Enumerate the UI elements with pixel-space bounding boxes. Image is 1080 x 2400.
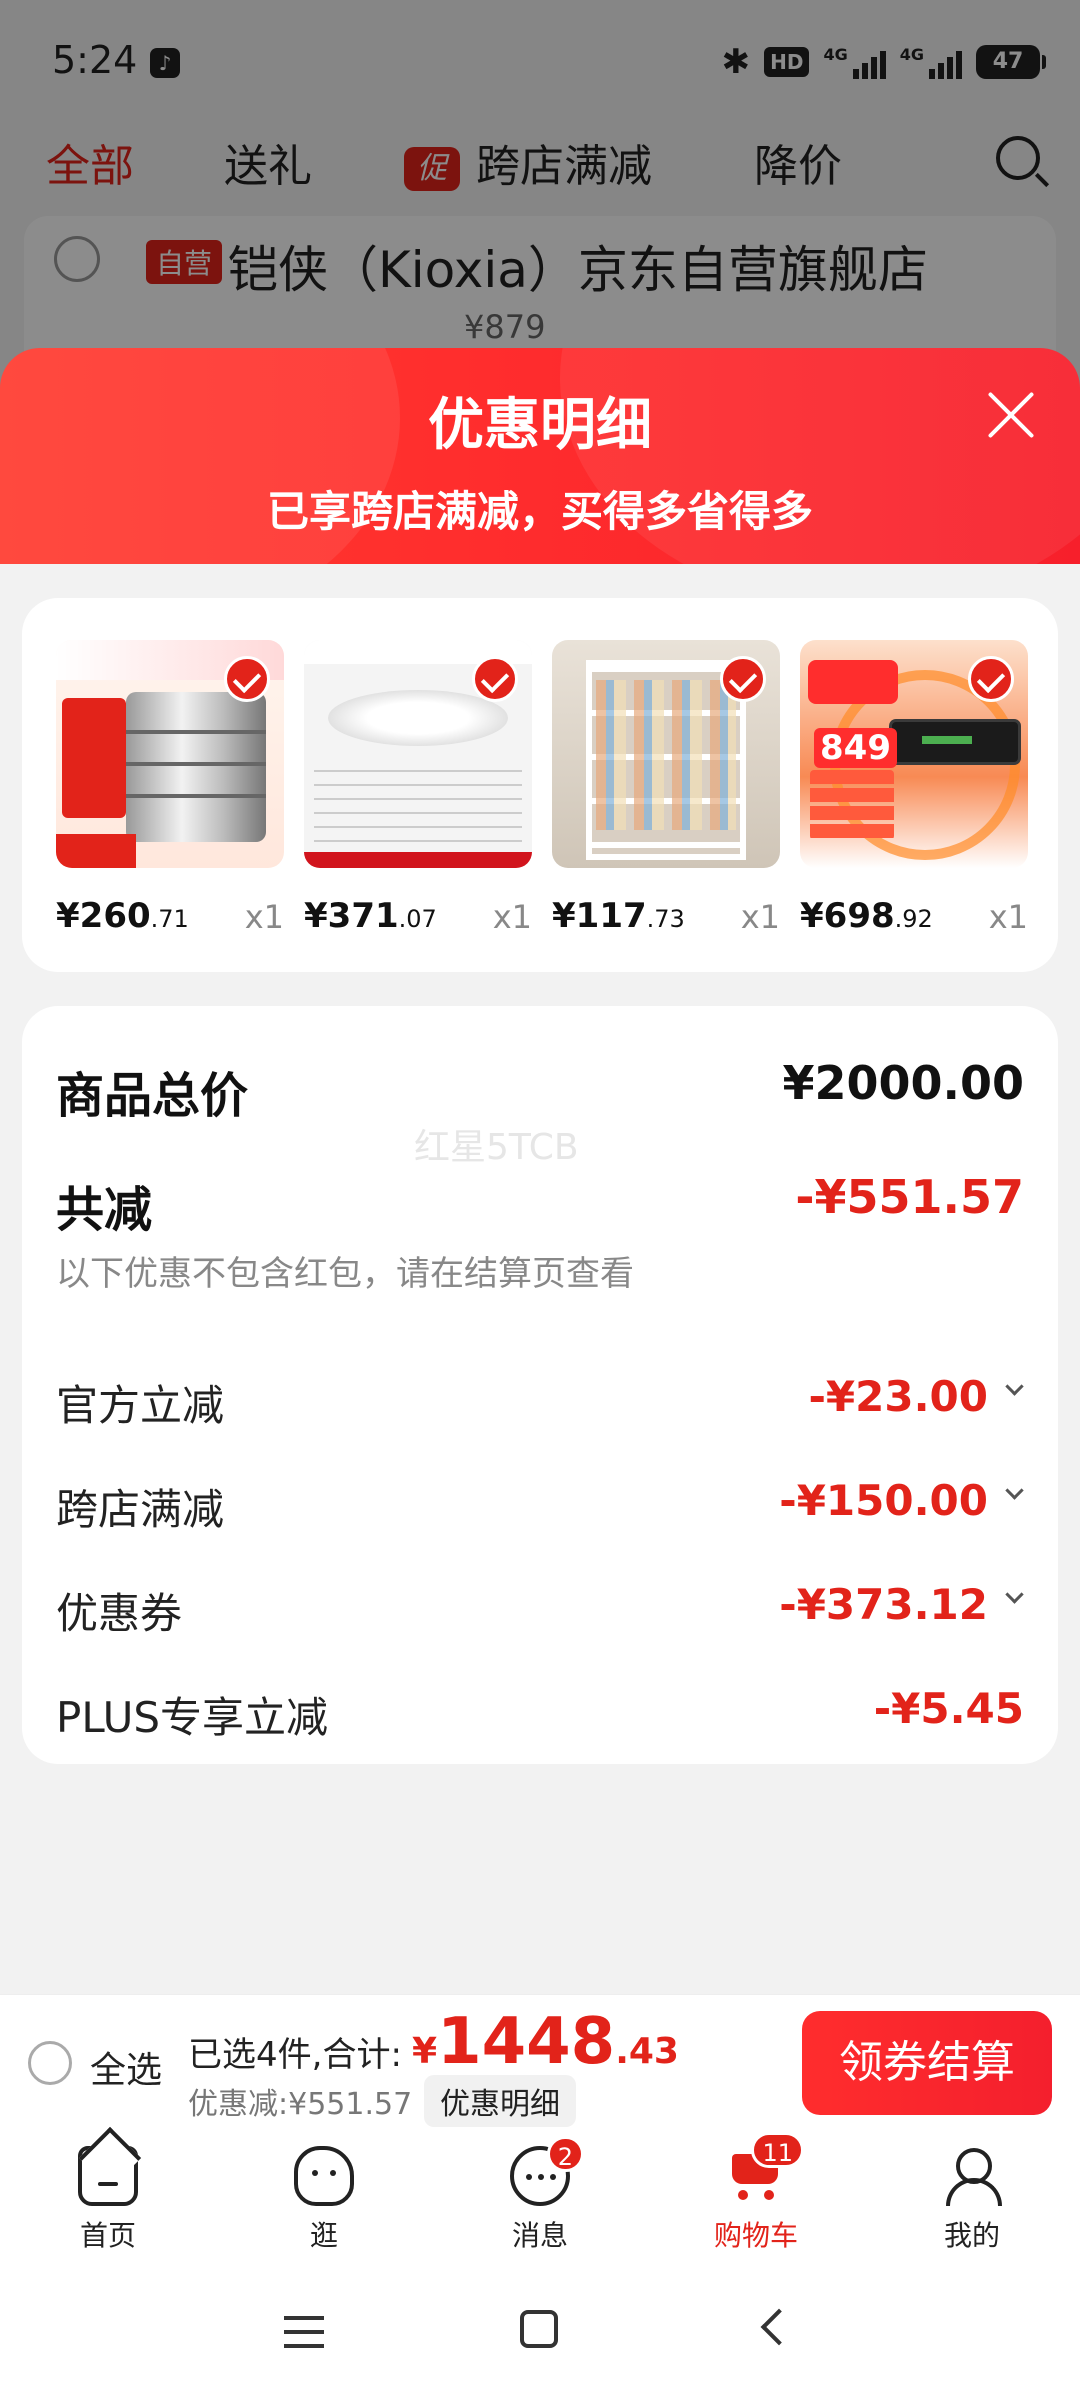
price-summary-card: 红星5TCB 商品总价 ¥2000.00 共减 -¥551.57 以下优惠不包含… bbox=[22, 1006, 1058, 1764]
product-quantity: x1 bbox=[988, 898, 1028, 936]
product-price: ¥117.73 bbox=[552, 896, 685, 936]
discount-value: -¥150.00 bbox=[779, 1476, 988, 1525]
bottom-tab-bar: 首页 逛 2 消息 11 购物车 我的 bbox=[0, 2130, 1080, 2270]
modal-overlay[interactable] bbox=[0, 0, 1080, 400]
discount-row-plus: PLUS专享立减 -¥5.45 bbox=[56, 1680, 1024, 1742]
product-item[interactable]: ¥260.71 x1 bbox=[56, 640, 284, 936]
home-icon bbox=[78, 2146, 138, 2206]
total-price-row: 商品总价 ¥2000.00 bbox=[56, 1056, 1024, 1126]
product-image-ceiling-light bbox=[304, 640, 532, 868]
tab-messages[interactable]: 2 消息 bbox=[470, 2136, 610, 2266]
check-icon bbox=[968, 656, 1014, 702]
product-quantity: x1 bbox=[244, 898, 284, 936]
message-icon: 2 bbox=[510, 2136, 584, 2206]
tab-home-label: 首页 bbox=[79, 2219, 136, 2252]
discount-value: -¥23.00 bbox=[808, 1372, 988, 1421]
check-icon bbox=[472, 656, 518, 702]
product-item[interactable]: 849 ¥698.92 x1 bbox=[800, 640, 1028, 936]
discount-label: 优惠券 bbox=[56, 1589, 183, 1638]
discount-note: 以下优惠不包含红包，请在结算页查看 bbox=[56, 1254, 634, 1294]
system-navigation-bar bbox=[0, 2270, 1080, 2400]
discount-value: -¥373.12 bbox=[779, 1580, 988, 1629]
tab-browse-label: 逛 bbox=[309, 2219, 338, 2252]
total-discount-value: -¥551.57 bbox=[795, 1170, 1024, 1224]
total-discount-label: 共减 bbox=[56, 1182, 153, 1238]
product-item[interactable]: ¥371.07 x1 bbox=[304, 640, 532, 936]
checkout-bar: 全选 已选4件,合计: ¥1448.43 优惠减:¥551.57 优惠明细 领券… bbox=[0, 1994, 1080, 2130]
total-price-label: 商品总价 bbox=[56, 1068, 249, 1124]
select-all-label[interactable]: 全选 bbox=[90, 2041, 162, 2093]
sheet-title: 优惠明细 bbox=[428, 393, 652, 458]
selected-summary: 已选4件,合计: bbox=[188, 2035, 402, 2075]
select-all-radio[interactable] bbox=[28, 2041, 72, 2085]
tab-cart[interactable]: 11 购物车 bbox=[686, 2132, 826, 2266]
total-price-value: ¥2000.00 bbox=[782, 1056, 1024, 1110]
check-icon bbox=[224, 656, 270, 702]
sheet-subtitle: 已享跨店满减，买得多省得多 bbox=[266, 487, 813, 536]
product-price: ¥698.92 bbox=[800, 896, 933, 936]
discount-label: PLUS专享立减 bbox=[56, 1693, 329, 1742]
profile-icon bbox=[942, 2146, 1002, 2206]
tab-cart-label: 购物车 bbox=[713, 2219, 798, 2252]
product-image-steamer bbox=[56, 640, 284, 868]
discount-sheet-body: ¥260.71 x1 ¥371.07 x1 ¥117.73 x1 849 ¥69… bbox=[0, 564, 1080, 1994]
tab-me-label: 我的 bbox=[943, 2219, 1000, 2252]
product-quantity: x1 bbox=[492, 898, 532, 936]
discount-detail-button[interactable]: 优惠明细 bbox=[424, 2075, 576, 2127]
discount-sheet-header: 优惠明细 已享跨店满减，买得多省得多 bbox=[0, 348, 1080, 568]
product-image-number: 849 bbox=[814, 728, 897, 768]
chevron-down-icon bbox=[1006, 1382, 1024, 1400]
messages-badge: 2 bbox=[546, 2136, 584, 2172]
discount-label: 跨店满减 bbox=[56, 1485, 225, 1534]
checkout-button[interactable]: 领券结算 bbox=[802, 2011, 1052, 2115]
tab-browse[interactable]: 逛 bbox=[254, 2146, 394, 2266]
close-icon[interactable] bbox=[984, 388, 1038, 442]
discount-row-cross-store[interactable]: 跨店满减 -¥150.00 bbox=[56, 1472, 1024, 1534]
chevron-down-icon bbox=[1006, 1590, 1024, 1608]
product-image-bookshelf bbox=[552, 640, 780, 868]
browse-icon bbox=[294, 2146, 354, 2206]
check-icon bbox=[720, 656, 766, 702]
chevron-down-icon bbox=[1006, 1486, 1024, 1504]
product-image-ssd: 849 bbox=[800, 640, 1028, 868]
discount-row-coupon[interactable]: 优惠券 -¥373.12 bbox=[56, 1576, 1024, 1638]
selected-products-card: ¥260.71 x1 ¥371.07 x1 ¥117.73 x1 849 ¥69… bbox=[22, 598, 1058, 972]
product-price: ¥260.71 bbox=[56, 896, 189, 936]
discount-value: -¥5.45 bbox=[873, 1684, 1024, 1733]
discount-row-official[interactable]: 官方立减 -¥23.00 bbox=[56, 1368, 1024, 1430]
tab-home[interactable]: 首页 bbox=[38, 2146, 178, 2266]
product-quantity: x1 bbox=[740, 898, 780, 936]
product-item[interactable]: ¥117.73 x1 bbox=[552, 640, 780, 936]
tab-me[interactable]: 我的 bbox=[902, 2146, 1042, 2266]
tab-messages-label: 消息 bbox=[511, 2219, 568, 2252]
cart-badge: 11 bbox=[751, 2132, 804, 2168]
discount-label: 官方立减 bbox=[56, 1381, 225, 1430]
total-amount: ¥1448.43 bbox=[412, 2005, 679, 2079]
cart-icon: 11 bbox=[726, 2132, 804, 2206]
menu-icon[interactable] bbox=[284, 2316, 324, 2320]
product-price: ¥371.07 bbox=[304, 896, 437, 936]
home-square-icon[interactable] bbox=[520, 2310, 558, 2348]
total-discount-row: 共减 -¥551.57 bbox=[56, 1170, 1024, 1240]
discount-amount: 优惠减:¥551.57 bbox=[188, 2087, 413, 2122]
back-icon[interactable] bbox=[760, 2308, 798, 2346]
